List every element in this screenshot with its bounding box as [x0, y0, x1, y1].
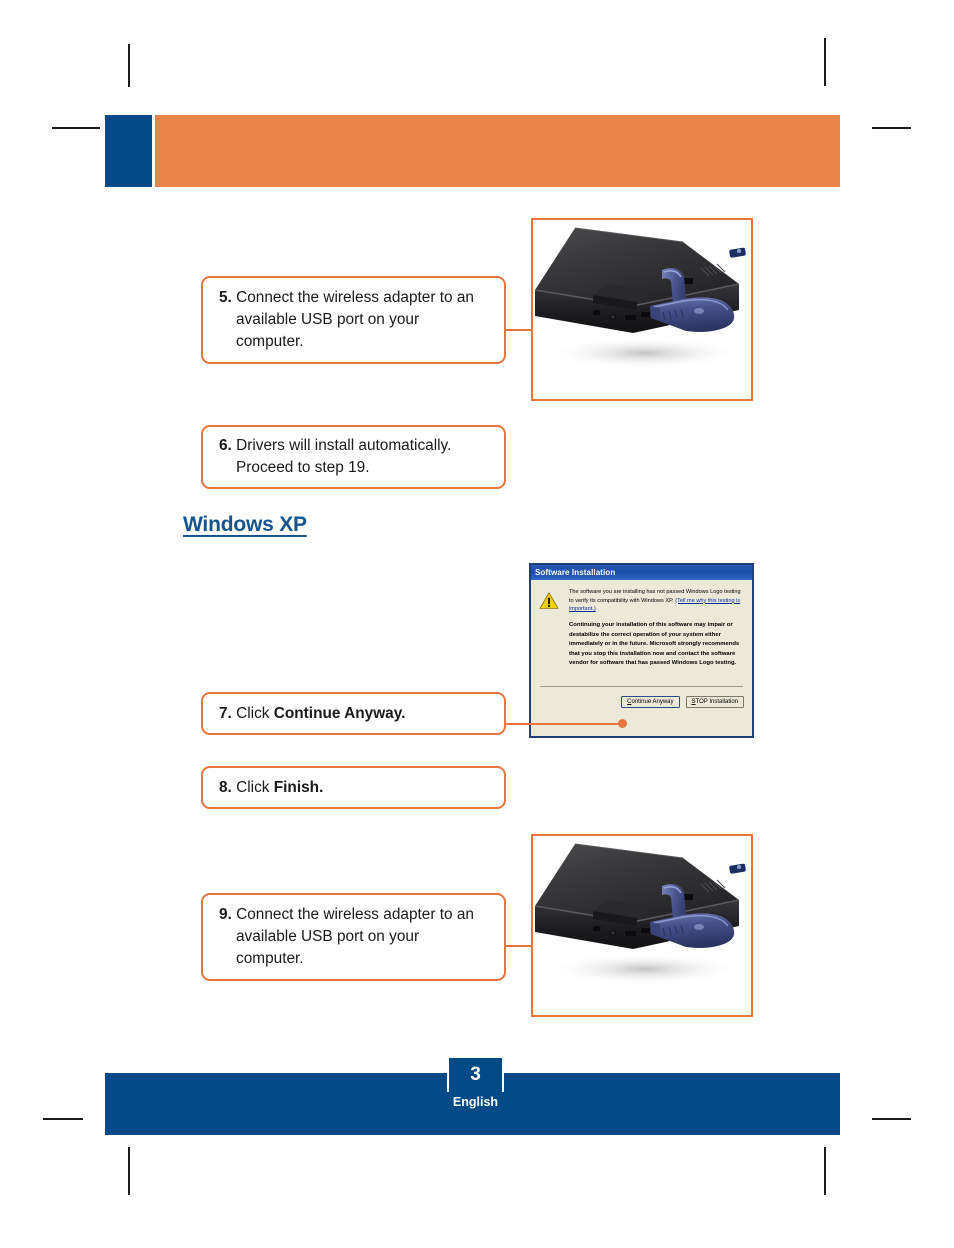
- crop-mark-bottom-right-horizontal: [872, 1118, 911, 1120]
- callout-step-8: 8. Click Finish.: [201, 766, 506, 809]
- software-installation-dialog: Software Installation The software you a…: [529, 563, 754, 738]
- dialog-button-row: Continue Anyway STOP Installation: [621, 696, 744, 708]
- step-5-line-3: computer.: [236, 332, 304, 350]
- callout-step-9: 9. Connect the wireless adapter to an av…: [201, 893, 506, 981]
- continue-anyway-label: ontinue Anyway: [631, 699, 674, 705]
- stop-installation-button[interactable]: STOP Installation: [685, 696, 744, 708]
- dialog-paragraph-2: Continuing your installation of this sof…: [569, 621, 740, 667]
- header-orange-band: [155, 115, 840, 187]
- page-header-band: [105, 115, 840, 187]
- page-number: 3: [470, 1064, 481, 1085]
- step-6-line-2: Proceed to step 19.: [236, 459, 370, 476]
- dialog-text-block: The software you are installing has not …: [569, 588, 745, 669]
- crop-mark-top-right-horizontal: [872, 127, 911, 129]
- step-9-number: 9.: [219, 906, 232, 924]
- step-6-line-1: Drivers will install automatically.: [236, 437, 452, 455]
- laptop-usb-adapter-photo-top: [531, 218, 753, 401]
- crop-mark-bottom-right-vertical: [824, 1147, 826, 1195]
- step-5-line-1: Connect the wireless adapter to an: [236, 289, 474, 307]
- dialog-paragraph-1: The software you are installing has not …: [569, 588, 745, 614]
- callout-step-6-text: 6. Drivers will install automatically. P…: [219, 435, 451, 479]
- connector-dot-step-7: [618, 719, 627, 728]
- laptop-usb-adapter-photo-bottom: [531, 834, 753, 1017]
- crop-mark-top-right-vertical: [824, 38, 826, 86]
- dialog-title: Software Installation: [535, 568, 616, 577]
- callout-step-7-text: 7. Click Continue Anyway.: [219, 703, 405, 725]
- step-9-line-1: Connect the wireless adapter to an: [236, 906, 474, 924]
- dialog-body: The software you are installing has not …: [531, 580, 752, 715]
- laptop-usb-adapter-illustration-top: [533, 220, 751, 399]
- dialog-separator: [540, 686, 743, 687]
- step-5-line-2: available USB port on your: [236, 311, 420, 329]
- stop-installation-label: TOP Installation: [695, 699, 738, 705]
- step-8-number: 8.: [219, 778, 232, 796]
- step-7-number: 7.: [219, 704, 232, 722]
- callout-step-9-text: 9. Connect the wireless adapter to an av…: [219, 904, 474, 970]
- callout-step-5: 5. Connect the wireless adapter to an av…: [201, 276, 506, 364]
- continue-anyway-button[interactable]: Continue Anyway: [621, 696, 680, 708]
- step-9-line-3: computer.: [236, 949, 304, 967]
- step-5-number: 5.: [219, 289, 232, 307]
- callout-step-8-text: 8. Click Finish.: [219, 777, 323, 799]
- crop-mark-bottom-left-vertical: [128, 1147, 130, 1195]
- step-7-lead: Click: [236, 704, 274, 722]
- callout-step-7: 7. Click Continue Anyway.: [201, 692, 506, 735]
- step-9-line-2: available USB port on your: [236, 928, 420, 946]
- header-blue-block: [105, 115, 152, 187]
- warning-triangle-icon: [539, 592, 559, 609]
- step-8-bold: Finish.: [273, 778, 324, 796]
- crop-mark-top-left-horizontal: [52, 127, 100, 129]
- footer-page-box: 3: [447, 1056, 504, 1092]
- callout-step-6: 6. Drivers will install automatically. P…: [201, 425, 506, 489]
- connector-step-7: [506, 723, 621, 726]
- step-7-bold: Continue Anyway.: [273, 704, 406, 722]
- callout-step-5-text: 5. Connect the wireless adapter to an av…: [219, 287, 474, 353]
- step-6-number: 6.: [219, 437, 232, 455]
- laptop-usb-adapter-illustration-bottom: [533, 836, 751, 1015]
- dialog-titlebar: Software Installation: [531, 565, 752, 580]
- step-8-lead: Click: [236, 778, 274, 796]
- crop-mark-top-left-vertical: [128, 44, 130, 87]
- footer-language-label: English: [452, 1095, 499, 1109]
- crop-mark-bottom-left-horizontal: [43, 1118, 83, 1120]
- section-heading-windows-xp: Windows XP: [183, 513, 307, 536]
